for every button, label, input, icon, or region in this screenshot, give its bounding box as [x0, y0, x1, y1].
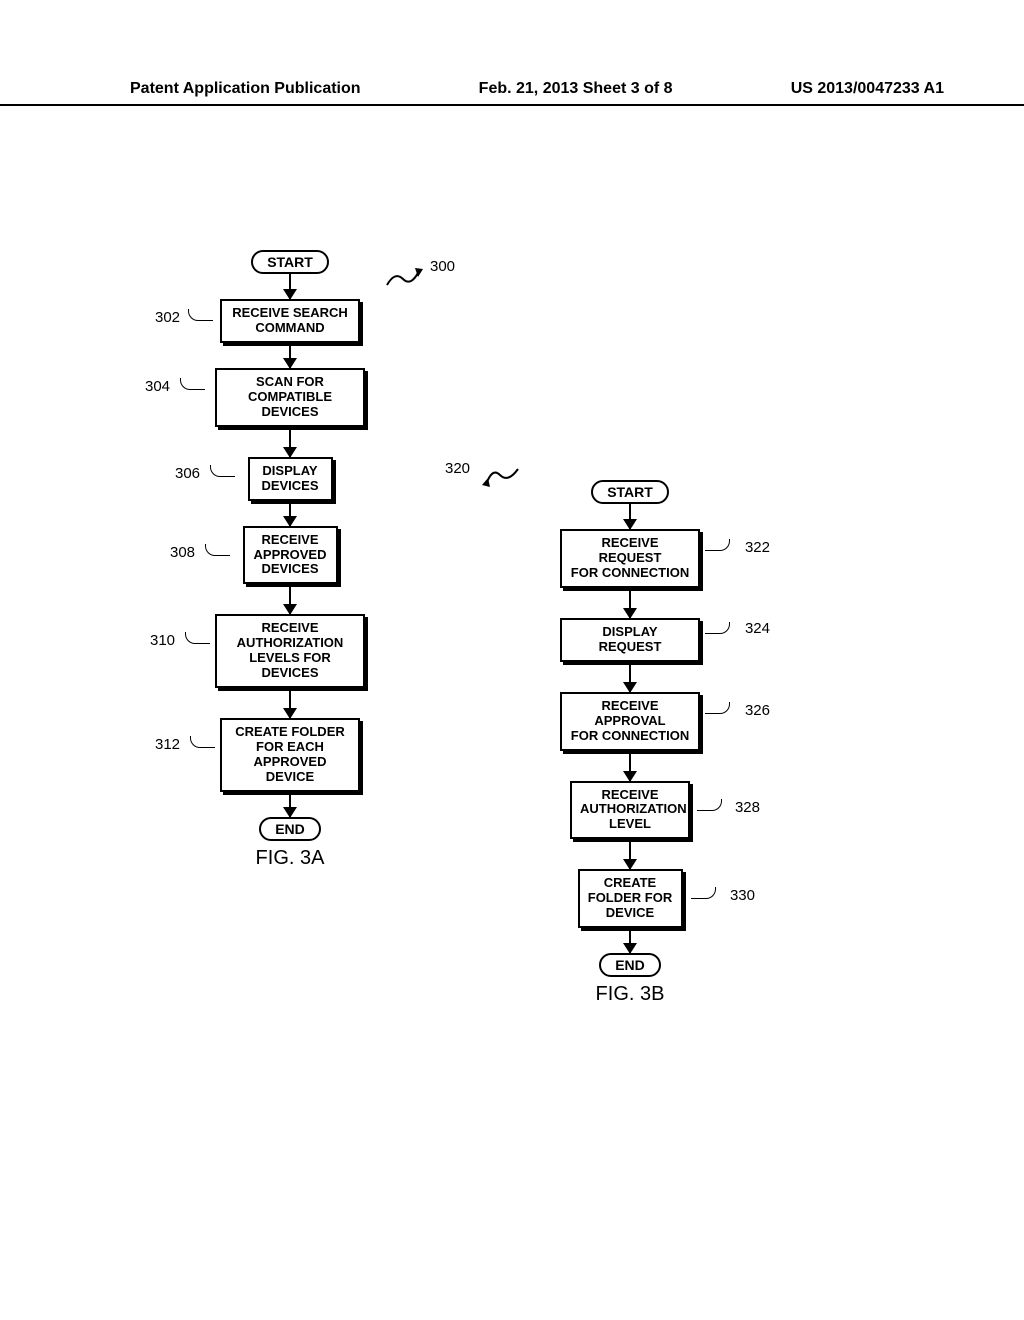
arrow-icon: [289, 584, 292, 614]
ref-320: 320: [445, 460, 470, 477]
start-terminator-a: START: [251, 250, 329, 274]
leader-line: [697, 799, 722, 811]
step-324: DISPLAY REQUEST: [560, 618, 700, 662]
arrow-icon: [289, 427, 292, 457]
arrow-icon: [289, 501, 292, 526]
header-left: Patent Application Publication: [130, 80, 361, 98]
step-326: RECEIVE APPROVALFOR CONNECTION: [560, 692, 700, 751]
header-right: US 2013/0047233 A1: [791, 80, 944, 98]
flowchart-b: 320 START RECEIVE REQUESTFOR CONNECTION …: [540, 480, 720, 1006]
leader-line: [705, 539, 730, 551]
fig-3b-caption: FIG. 3B: [540, 983, 720, 1006]
step-310: RECEIVEAUTHORIZATIONLEVELS FOR DEVICES: [215, 614, 365, 688]
step-322: RECEIVE REQUESTFOR CONNECTION: [560, 529, 700, 588]
leader-line: [705, 622, 730, 634]
leader-line: [205, 544, 230, 556]
step-328: RECEIVEAUTHORIZATIONLEVEL: [570, 781, 690, 840]
step-306: DISPLAYDEVICES: [248, 457, 333, 501]
step-304: SCAN FORCOMPATIBLE DEVICES: [215, 368, 365, 427]
end-terminator-a: END: [259, 817, 321, 841]
ref-300: 300: [430, 258, 455, 275]
ref-328: 328: [735, 799, 760, 816]
leader-line: [705, 702, 730, 714]
ref-324: 324: [745, 620, 770, 637]
header-center: Feb. 21, 2013 Sheet 3 of 8: [479, 80, 673, 98]
arrow-icon: [289, 274, 292, 299]
ref-310: 310: [150, 632, 175, 649]
step-330: CREATEFOLDER FORDEVICE: [578, 869, 683, 928]
page-header: Patent Application Publication Feb. 21, …: [0, 80, 1024, 106]
ref-308: 308: [170, 544, 195, 561]
ref-322: 322: [745, 539, 770, 556]
arrow-icon: [289, 688, 292, 718]
step-312: CREATE FOLDERFOR EACHAPPROVED DEVICE: [220, 718, 360, 792]
ref-306: 306: [175, 465, 200, 482]
ref-302: 302: [155, 309, 180, 326]
leader-line: [180, 378, 205, 390]
arrow-icon: [629, 751, 632, 781]
arrow-icon: [289, 792, 292, 817]
leader-line: [210, 465, 235, 477]
arrow-icon: [629, 504, 632, 529]
ref-326: 326: [745, 702, 770, 719]
fig-3a-caption: FIG. 3A: [200, 847, 380, 870]
step-308: RECEIVEAPPROVEDDEVICES: [243, 526, 338, 585]
leader-line: [691, 887, 716, 899]
squiggle-icon: [385, 265, 425, 295]
flowchart-a: 300 START 302 RECEIVE SEARCHCOMMAND 304 …: [200, 250, 380, 870]
leader-line: [185, 632, 210, 644]
start-terminator-b: START: [591, 480, 669, 504]
ref-304: 304: [145, 378, 170, 395]
squiggle-icon: [480, 465, 520, 495]
step-302: RECEIVE SEARCHCOMMAND: [220, 299, 360, 343]
arrow-icon: [629, 839, 632, 869]
leader-line: [188, 309, 213, 321]
arrow-icon: [629, 662, 632, 692]
end-terminator-b: END: [599, 953, 661, 977]
arrow-icon: [289, 343, 292, 368]
leader-line: [190, 736, 215, 748]
ref-312: 312: [155, 736, 180, 753]
ref-330: 330: [730, 887, 755, 904]
arrow-icon: [629, 928, 632, 953]
arrow-icon: [629, 588, 632, 618]
